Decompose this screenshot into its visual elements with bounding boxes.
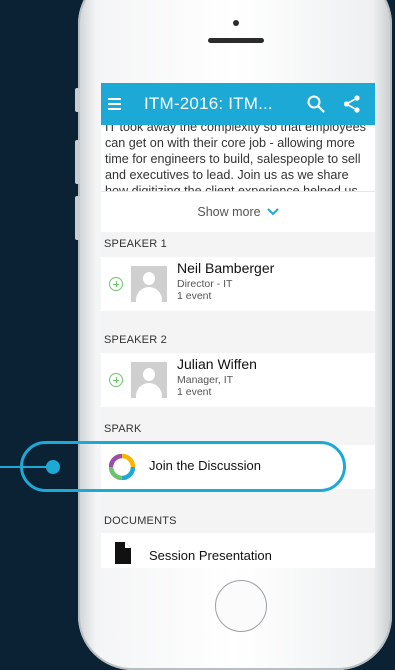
show-more-button[interactable]: Show more bbox=[101, 191, 375, 232]
earpiece-speaker bbox=[208, 38, 264, 43]
mute-switch bbox=[75, 88, 80, 112]
speaker-1-card[interactable]: Neil Bamberger Director - IT 1 event bbox=[101, 257, 375, 311]
speaker-2-section-label: SPEAKER 2 bbox=[104, 334, 167, 346]
document-icon bbox=[115, 542, 131, 564]
description-text: IT took away the complexity so that empl… bbox=[105, 125, 366, 191]
hamburger-menu-icon[interactable] bbox=[108, 98, 130, 110]
page-title: ITM-2016: ITM... bbox=[144, 94, 273, 113]
add-speaker-icon[interactable] bbox=[109, 373, 123, 387]
session-description: IT took away the complexity so that empl… bbox=[101, 125, 375, 191]
speaker-name: Neil Bamberger bbox=[177, 260, 275, 276]
add-speaker-icon[interactable] bbox=[109, 277, 123, 291]
show-more-label: Show more bbox=[197, 205, 261, 219]
speaker-1-section-label: SPEAKER 1 bbox=[104, 238, 167, 250]
session-presentation-row[interactable]: Session Presentation bbox=[101, 533, 375, 568]
share-icon[interactable] bbox=[339, 91, 365, 117]
search-icon[interactable] bbox=[303, 91, 329, 117]
documents-section-label: DOCUMENTS bbox=[104, 515, 177, 527]
speaker-name: Julian Wiffen bbox=[177, 356, 257, 372]
speaker-events: 1 event bbox=[177, 386, 212, 398]
app-screen: ITM-2016: ITM... IT took away the comple… bbox=[101, 83, 375, 568]
speaker-2-card[interactable]: Julian Wiffen Manager, IT 1 event bbox=[101, 353, 375, 407]
chevron-down-icon bbox=[266, 208, 279, 216]
avatar bbox=[131, 266, 167, 302]
session-presentation-label: Session Presentation bbox=[149, 548, 272, 563]
speaker-role: Manager, IT bbox=[177, 374, 234, 386]
speaker-events: 1 event bbox=[177, 290, 212, 302]
callout-dot bbox=[46, 460, 60, 474]
speaker-role: Director - IT bbox=[177, 278, 233, 290]
app-bar: ITM-2016: ITM... bbox=[101, 83, 375, 125]
home-button[interactable] bbox=[215, 580, 267, 632]
highlight-callout bbox=[20, 441, 346, 492]
volume-up-button bbox=[75, 140, 80, 184]
avatar bbox=[131, 362, 167, 398]
front-camera bbox=[233, 20, 239, 26]
volume-down-button bbox=[75, 196, 80, 240]
spark-section-label: SPARK bbox=[104, 423, 142, 435]
